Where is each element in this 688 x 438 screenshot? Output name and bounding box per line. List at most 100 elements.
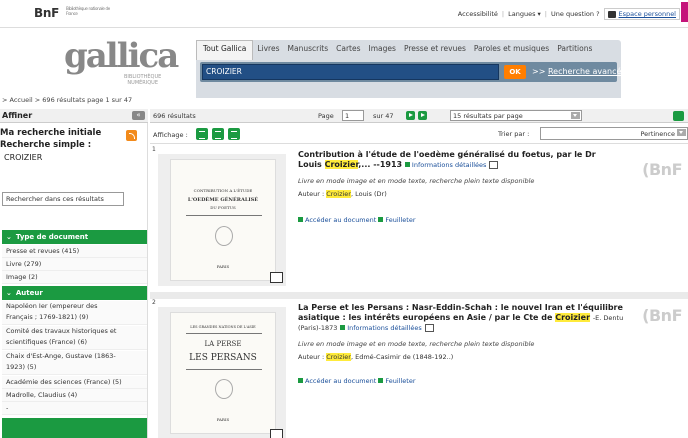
facet-item-napoleon-line1: Napoléon Ier (empereur des (6, 302, 98, 310)
result-links: Accéder au document Feuilleter (298, 377, 416, 385)
citation-icon[interactable] (489, 160, 499, 169)
detailed-view-icon[interactable] (212, 128, 224, 140)
feuilleter-link[interactable]: Feuilleter (385, 377, 415, 385)
tab-tout-gallica[interactable]: Tout Gallica (196, 40, 254, 60)
cover-rule (186, 369, 262, 370)
result-number: 2 (152, 299, 156, 306)
book-cover: LES GRANDES NATIONS DE L'ASIE LA PERSE L… (170, 312, 276, 434)
list-view-icon[interactable] (196, 128, 208, 140)
facet-document-type[interactable]: ⌄ Type de document (2, 230, 147, 244)
arrow-icon (378, 217, 384, 222)
facet-next[interactable] (2, 418, 147, 438)
divider (150, 292, 688, 299)
facet-item-livre[interactable]: Livre (279) (2, 258, 147, 271)
tab-paroles[interactable]: Paroles et musiques (470, 40, 553, 60)
cover-top-text: CONTRIBUTION A L'ÉTUDE (193, 188, 253, 193)
last-page-button[interactable] (418, 111, 427, 120)
facet-item-comite[interactable]: Comité des travaux historiques et scient… (2, 326, 147, 350)
bnf-logo-text: BnF (34, 6, 59, 20)
collapse-sidebar-button[interactable]: « (132, 111, 145, 120)
facet-item-more[interactable]: - (2, 402, 147, 415)
espace-personnel-link[interactable]: Espace personnel (603, 8, 680, 20)
print-icon[interactable] (673, 111, 684, 121)
result-thumbnail[interactable]: CONTRIBUTION A L'ÉTUDE L'OEDÈME GÉNÉRALI… (158, 154, 286, 286)
facet-item-presse[interactable]: Presse et revues (415) (2, 245, 147, 258)
basket-icon[interactable] (681, 2, 688, 22)
accessibility-link[interactable]: Accessibilité (458, 10, 498, 18)
facet-author[interactable]: ⌄ Auteur (2, 286, 147, 300)
chevron-down-icon: ⌄ (6, 289, 12, 297)
bnf-logo[interactable]: BnF Bibliothèque nationale de France (34, 6, 110, 20)
result-item: 2 LES GRANDES NATIONS DE L'ASIE LA PERSE… (150, 299, 688, 438)
next-page-button[interactable] (406, 111, 415, 120)
result-author: Auteur : Croizier, Louis (Dr) (298, 190, 387, 198)
tab-cartes[interactable]: Cartes (332, 40, 364, 60)
advanced-search-link[interactable]: >> Recherche avancée (532, 67, 626, 76)
details-label: Informations détaillées (347, 324, 422, 332)
results-per-page-select[interactable]: 15 résultats par page (450, 110, 582, 121)
arrow-icon (378, 378, 384, 383)
search-input[interactable]: CROIZIER (202, 64, 499, 80)
search-ok-button[interactable]: OK (504, 65, 526, 79)
page-number-input[interactable]: 1 (342, 110, 364, 121)
facet-item-chaix[interactable]: Chaix d'Est-Ange, Gustave (1863- 1923) (… (2, 351, 147, 375)
result-title[interactable]: La Perse et les Persans : Nasr-Eddin-Sch… (298, 303, 628, 333)
bnf-logo-subtitle: Bibliothèque nationale de France (66, 6, 110, 16)
refine-search-input[interactable]: Rechercher dans ces résultats (2, 192, 124, 206)
sort-select[interactable]: Pertinence (540, 127, 688, 140)
facet-item-comite-line1: Comité des travaux historiques et (6, 327, 117, 335)
question-link[interactable]: Une question ? (551, 10, 600, 18)
result-number: 1 (152, 146, 156, 153)
facet-item-academie[interactable]: Académie des sciences (France) (5) (2, 376, 147, 389)
cover-rule (186, 215, 262, 216)
results-count: 696 résultats (153, 112, 196, 120)
book-cover: CONTRIBUTION A L'ÉTUDE L'OEDÈME GÉNÉRALI… (170, 159, 276, 281)
arrow-icon (298, 378, 303, 383)
bnf-watermark: (BnF (642, 306, 682, 325)
info-icon (404, 162, 410, 167)
details-link[interactable]: Informations détaillées (404, 161, 486, 169)
facet-item-napoleon-line2: Français ; 1769-1821) (9) (6, 313, 89, 321)
details-link[interactable]: Informations détaillées (340, 324, 422, 332)
tab-manuscrits[interactable]: Manuscrits (284, 40, 333, 60)
top-links: Accessibilité | Langues ▾ | Une question… (458, 8, 680, 20)
search-bar: CROIZIER OK >> Recherche avancée (200, 62, 626, 82)
grid-view-icon[interactable] (228, 128, 240, 140)
tab-partitions[interactable]: Partitions (553, 40, 596, 60)
search-tabs: Tout Gallica Livres Manuscrits Cartes Im… (196, 40, 596, 60)
facet-item-chaix-line2: 1923) (5) (6, 363, 37, 371)
lock-icon (607, 10, 616, 18)
tab-livres[interactable]: Livres (253, 40, 283, 60)
author-label: Auteur : (298, 353, 327, 361)
bnf-watermark: (BnF (642, 160, 682, 179)
result-mode: Livre en mode image et en mode texte, re… (298, 340, 535, 348)
citation-icon[interactable] (424, 323, 434, 332)
author-highlight[interactable]: Croizier (326, 190, 351, 198)
access-document-link[interactable]: Accéder au document (305, 216, 376, 224)
facet-item-madrolle[interactable]: Madrolle, Claudius (4) (2, 389, 147, 402)
breadcrumb[interactable]: > Accueil > 696 résultats page 1 sur 47 (2, 96, 132, 104)
affiner-header: Affiner « (0, 109, 148, 123)
result-title[interactable]: Contribution à l'étude de l'oedème génér… (298, 150, 618, 170)
feuilleter-link[interactable]: Feuilleter (385, 216, 415, 224)
facet-item-comite-line2: scientifiques (France) (6) (6, 338, 87, 346)
gallica-logo[interactable]: gallica BIBLIOTHÈQUE NUMÉRIQUE (64, 34, 179, 86)
result-thumbnail[interactable]: LES GRANDES NATIONS DE L'ASIE LA PERSE L… (158, 307, 286, 438)
rss-icon[interactable] (126, 130, 137, 141)
facet-item-napoleon[interactable]: Napoléon Ier (empereur des Français ; 17… (2, 301, 147, 325)
author-highlight[interactable]: Croizier (326, 353, 351, 361)
top-bar: BnF Bibliothèque nationale de France Acc… (0, 0, 688, 28)
divider: | (501, 10, 505, 18)
tab-presse[interactable]: Presse et revues (400, 40, 470, 60)
facet-author-label: Auteur (15, 289, 43, 297)
languages-menu[interactable]: Langues ▾ (508, 10, 541, 18)
author-rest: , Edmé-Casimir de (1848-192..) (350, 353, 454, 361)
tab-images[interactable]: Images (365, 40, 400, 60)
cover-title: L'OEDÈME GÉNÉRALISÉ (187, 197, 259, 203)
access-document-link[interactable]: Accéder au document (305, 377, 376, 385)
simple-search-label: Recherche simple : (0, 140, 92, 150)
facet-item-image[interactable]: Image (2) (2, 271, 147, 284)
zoom-icon[interactable] (270, 272, 283, 283)
header: gallica BIBLIOTHÈQUE NUMÉRIQUE Tout Gall… (0, 28, 688, 98)
zoom-icon[interactable] (270, 429, 283, 438)
